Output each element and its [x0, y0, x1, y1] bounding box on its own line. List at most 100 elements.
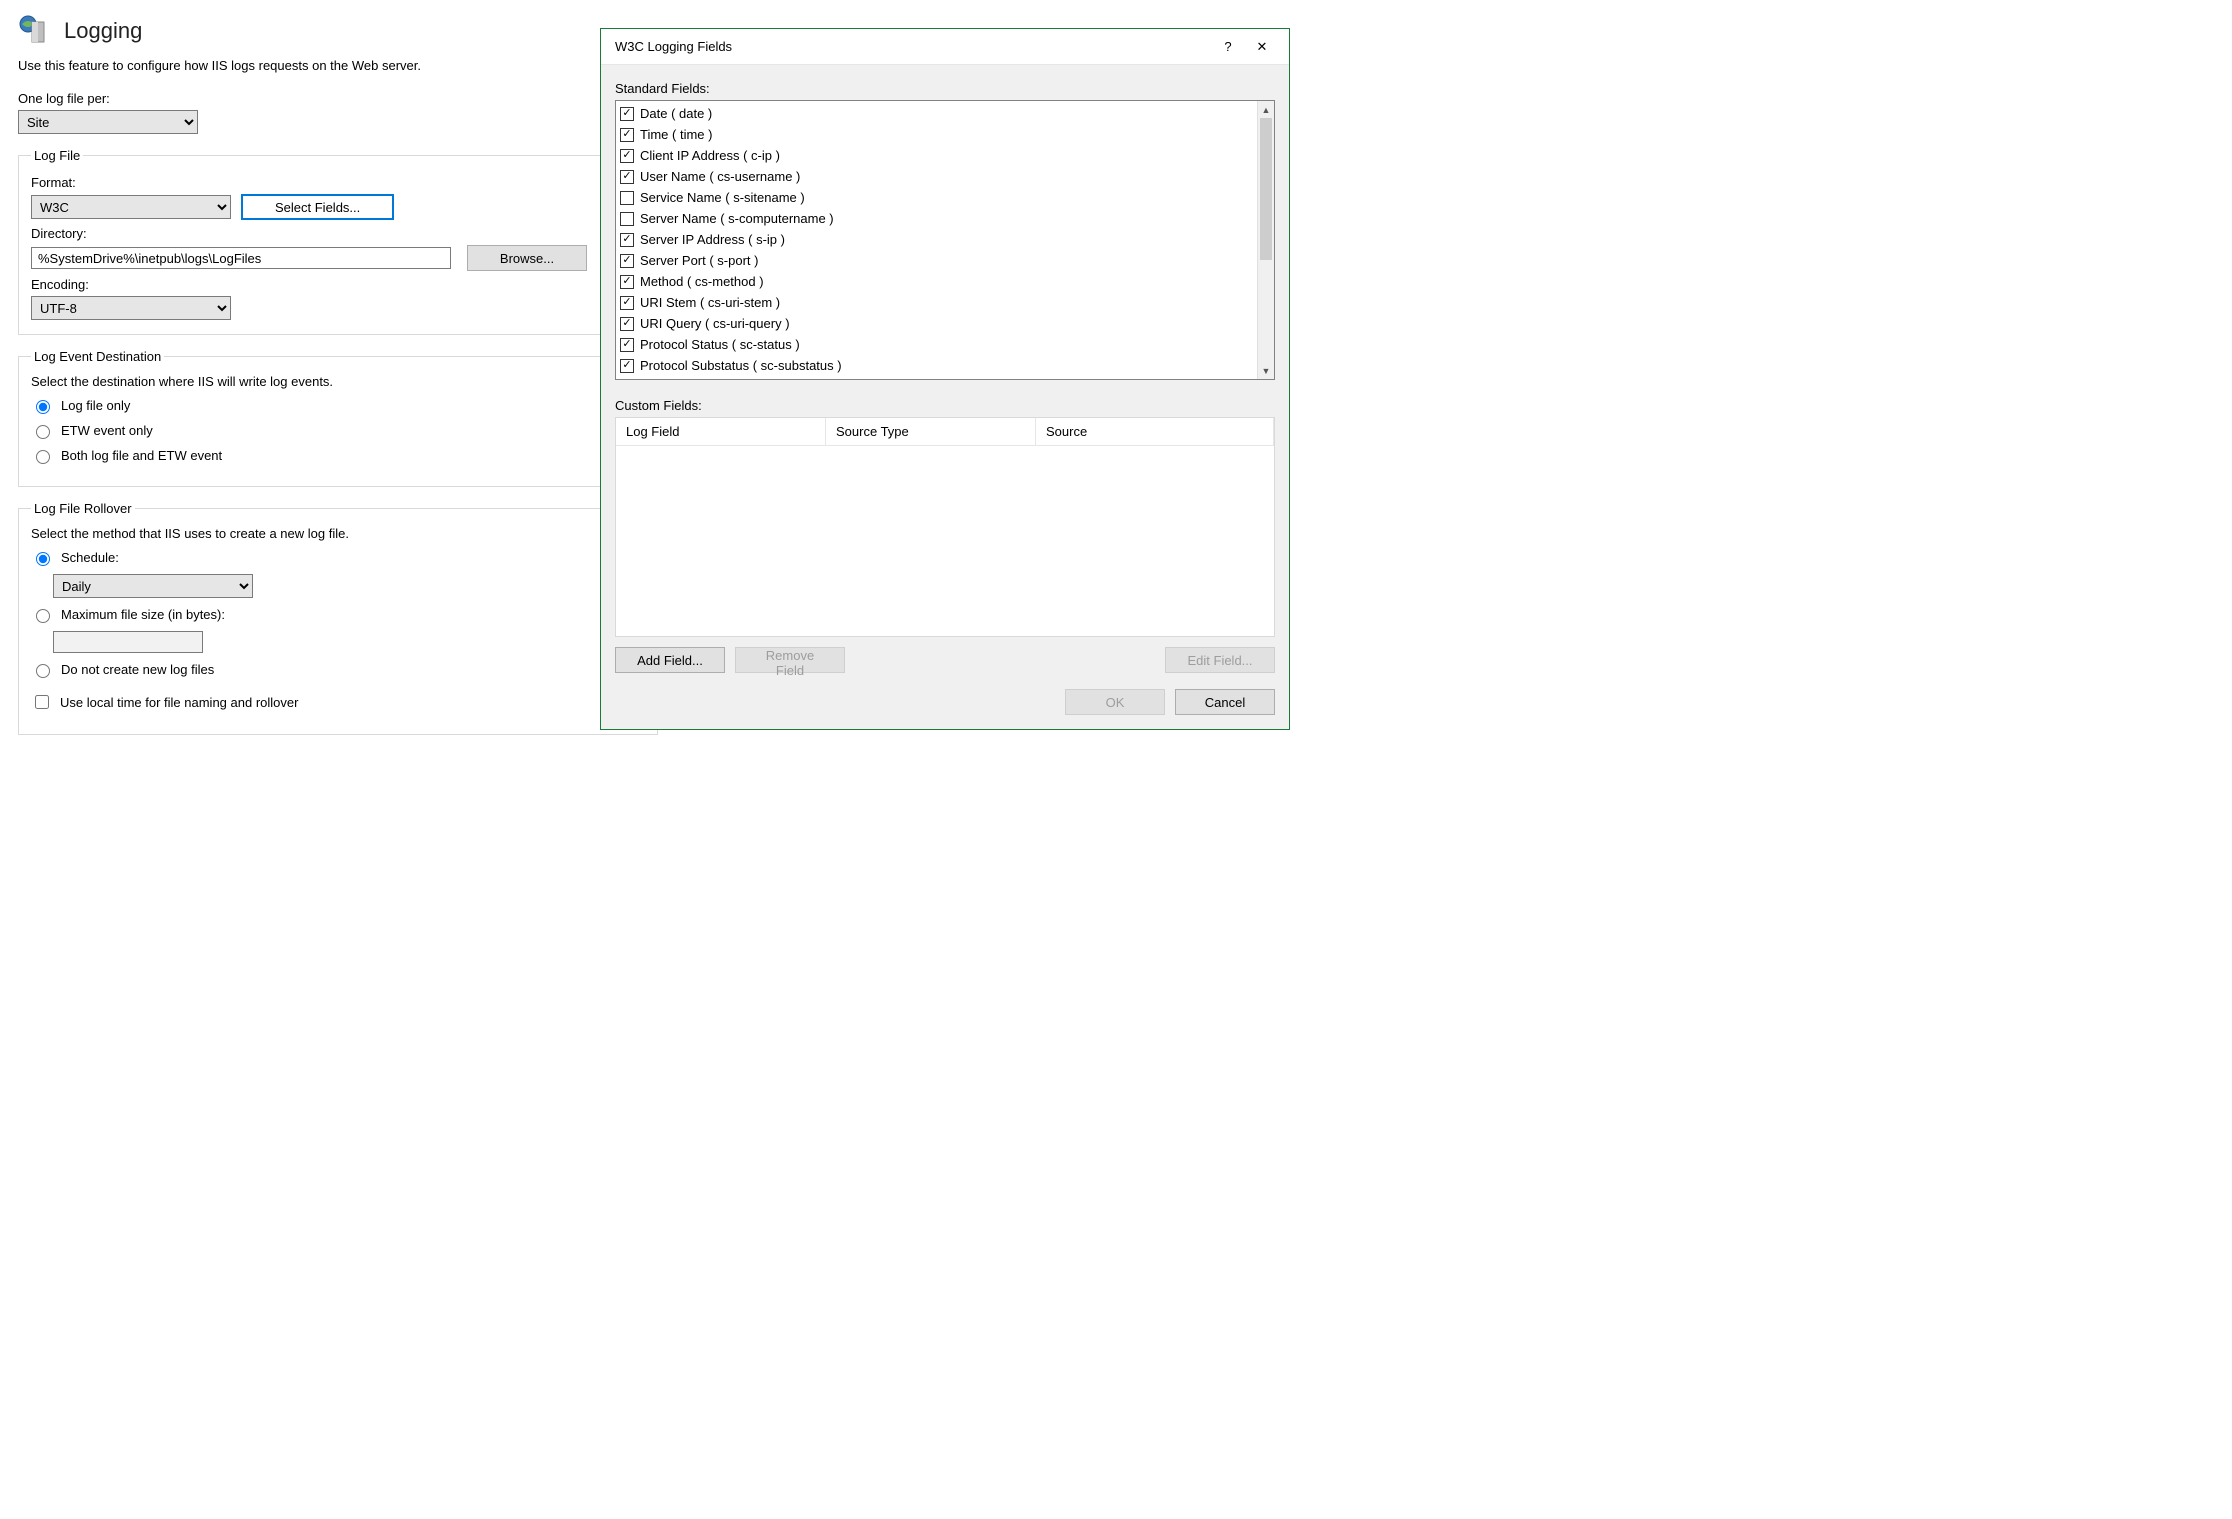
edit-field-button[interactable]: Edit Field... [1165, 647, 1275, 673]
standard-field-item[interactable]: Server Name ( s-computername ) [620, 208, 1253, 229]
help-icon-glyph: ? [1224, 39, 1231, 54]
dialog-titlebar[interactable]: W3C Logging Fields ? ✕ [601, 29, 1289, 65]
radio-max-size-label: Maximum file size (in bytes): [61, 607, 225, 622]
standard-fields-listbox: ✓ Date ( date ) ✓ Time ( time ) ✓ Client IP A… [615, 100, 1275, 380]
scroll-up-icon[interactable]: ▲ [1258, 101, 1274, 118]
encoding-label: Encoding: [31, 277, 645, 292]
radio-no-new[interactable] [36, 664, 50, 678]
standard-field-item[interactable]: Service Name ( s-sitename ) [620, 187, 1253, 208]
col-log-field[interactable]: Log Field [616, 418, 826, 445]
checkbox-icon[interactable]: ✓ [620, 149, 634, 163]
standard-field-item[interactable]: ✓ User Name ( cs-username ) [620, 166, 1253, 187]
log-file-group: Log File Format: W3C Select Fields... Di… [18, 148, 658, 335]
standard-field-label: URI Query ( cs-uri-query ) [640, 316, 790, 331]
one-log-file-per-select[interactable]: Site [18, 110, 198, 134]
standard-field-label: Method ( cs-method ) [640, 274, 764, 289]
radio-etw-only-label: ETW event only [61, 423, 153, 438]
log-event-dest-group: Log Event Destination Select the destina… [18, 349, 658, 487]
remove-field-button[interactable]: Remove Field [735, 647, 845, 673]
page-title: Logging [64, 18, 142, 44]
standard-field-label: Client IP Address ( c-ip ) [640, 148, 780, 163]
browse-button[interactable]: Browse... [467, 245, 587, 271]
standard-field-label: URI Stem ( cs-uri-stem ) [640, 295, 780, 310]
scroll-track[interactable] [1258, 118, 1274, 362]
custom-fields-header: Log Field Source Type Source [616, 418, 1274, 446]
radio-both-label: Both log file and ETW event [61, 448, 222, 463]
directory-label: Directory: [31, 226, 645, 241]
standard-field-item[interactable]: ✓ Date ( date ) [620, 103, 1253, 124]
radio-schedule[interactable] [36, 552, 50, 566]
standard-field-label: Protocol Substatus ( sc-substatus ) [640, 358, 842, 373]
dialog-body: Standard Fields: ✓ Date ( date ) ✓ Time ( t… [601, 65, 1289, 729]
checkbox-icon[interactable]: ✓ [620, 107, 634, 121]
standard-field-label: Time ( time ) [640, 127, 712, 142]
standard-fields-label: Standard Fields: [615, 81, 1275, 96]
radio-log-file-only-label: Log file only [61, 398, 130, 413]
standard-field-item[interactable]: ✓ URI Query ( cs-uri-query ) [620, 313, 1253, 334]
w3c-fields-dialog: W3C Logging Fields ? ✕ Standard Fields: … [600, 28, 1290, 730]
standard-field-label: Service Name ( s-sitename ) [640, 190, 805, 205]
standard-field-label: Protocol Status ( sc-status ) [640, 337, 800, 352]
radio-schedule-label: Schedule: [61, 550, 119, 565]
vertical-scrollbar[interactable]: ▲ ▼ [1257, 101, 1274, 379]
checkbox-use-local-time-label: Use local time for file naming and rollo… [60, 695, 298, 710]
checkbox-icon[interactable]: ✓ [620, 317, 634, 331]
radio-max-size[interactable] [36, 609, 50, 623]
standard-field-label: User Name ( cs-username ) [640, 169, 800, 184]
close-icon-glyph: ✕ [1257, 39, 1268, 55]
checkbox-icon[interactable]: ✓ [620, 233, 634, 247]
close-icon[interactable]: ✕ [1245, 33, 1279, 61]
radio-log-file-only[interactable] [36, 400, 50, 414]
format-select[interactable]: W3C [31, 195, 231, 219]
standard-field-item[interactable]: ✓ Server IP Address ( s-ip ) [620, 229, 1253, 250]
logging-icon [18, 14, 52, 48]
radio-etw-only[interactable] [36, 425, 50, 439]
schedule-select[interactable]: Daily [53, 574, 253, 598]
standard-field-item[interactable]: ✓ URI Stem ( cs-uri-stem ) [620, 292, 1253, 313]
checkbox-icon[interactable]: ✓ [620, 296, 634, 310]
checkbox-icon[interactable]: ✓ [620, 338, 634, 352]
col-source-type[interactable]: Source Type [826, 418, 1036, 445]
dialog-title: W3C Logging Fields [615, 39, 1211, 54]
radio-both[interactable] [36, 450, 50, 464]
encoding-select[interactable]: UTF-8 [31, 296, 231, 320]
standard-field-item[interactable]: ✓ Time ( time ) [620, 124, 1253, 145]
standard-field-label: Server Port ( s-port ) [640, 253, 758, 268]
help-icon[interactable]: ? [1211, 33, 1245, 61]
directory-input[interactable] [31, 247, 451, 269]
standard-field-label: Server IP Address ( s-ip ) [640, 232, 785, 247]
checkbox-icon[interactable]: ✓ [620, 359, 634, 373]
radio-no-new-label: Do not create new log files [61, 662, 214, 677]
cancel-button[interactable]: Cancel [1175, 689, 1275, 715]
standard-field-label: Server Name ( s-computername ) [640, 211, 834, 226]
checkbox-use-local-time[interactable] [35, 695, 49, 709]
checkbox-icon[interactable]: ✓ [620, 254, 634, 268]
col-source[interactable]: Source [1036, 418, 1274, 445]
standard-field-item[interactable]: ✓ Client IP Address ( c-ip ) [620, 145, 1253, 166]
rollover-desc: Select the method that IIS uses to creat… [31, 526, 645, 541]
log-file-legend: Log File [31, 148, 83, 163]
select-fields-button[interactable]: Select Fields... [241, 194, 394, 220]
checkbox-icon[interactable] [620, 212, 634, 226]
standard-field-item[interactable]: ✓ Protocol Status ( sc-status ) [620, 334, 1253, 355]
checkbox-icon[interactable]: ✓ [620, 170, 634, 184]
standard-field-label: Date ( date ) [640, 106, 712, 121]
add-field-button[interactable]: Add Field... [615, 647, 725, 673]
format-label: Format: [31, 175, 645, 190]
log-event-dest-legend: Log Event Destination [31, 349, 164, 364]
custom-fields-label: Custom Fields: [615, 398, 1275, 413]
checkbox-icon[interactable]: ✓ [620, 128, 634, 142]
standard-fields-list[interactable]: ✓ Date ( date ) ✓ Time ( time ) ✓ Client IP A… [616, 101, 1257, 379]
scroll-thumb[interactable] [1260, 118, 1272, 260]
standard-field-item[interactable]: ✓ Protocol Substatus ( sc-substatus ) [620, 355, 1253, 376]
checkbox-icon[interactable]: ✓ [620, 275, 634, 289]
ok-button[interactable]: OK [1065, 689, 1165, 715]
log-event-dest-desc: Select the destination where IIS will wr… [31, 374, 645, 389]
checkbox-icon[interactable] [620, 191, 634, 205]
max-size-input[interactable] [53, 631, 203, 653]
scroll-down-icon[interactable]: ▼ [1258, 362, 1274, 379]
standard-field-item[interactable]: ✓ Method ( cs-method ) [620, 271, 1253, 292]
standard-field-item[interactable]: ✓ Server Port ( s-port ) [620, 250, 1253, 271]
rollover-group: Log File Rollover Select the method that… [18, 501, 658, 735]
custom-fields-table[interactable]: Log Field Source Type Source [615, 417, 1275, 637]
